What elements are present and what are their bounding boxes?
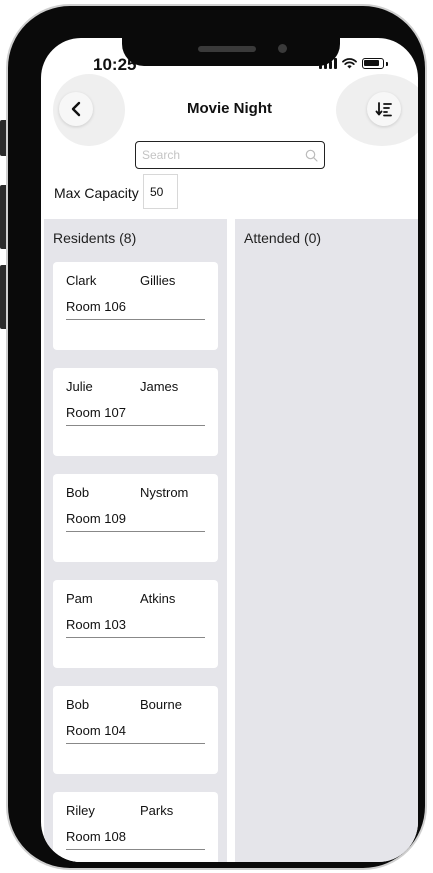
resident-card[interactable]: Pam Atkins Room 103 <box>53 580 218 668</box>
max-capacity-input[interactable]: 50 <box>143 174 178 209</box>
resident-room: Room 109 <box>66 511 126 526</box>
card-divider <box>66 531 205 532</box>
search-icon <box>305 149 318 162</box>
wifi-icon <box>342 58 357 69</box>
resident-card[interactable]: Bob Nystrom Room 109 <box>53 474 218 562</box>
resident-last-name: Bourne <box>140 697 182 712</box>
resident-room: Room 104 <box>66 723 126 738</box>
resident-first-name: Julie <box>66 379 93 394</box>
resident-room: Room 106 <box>66 299 126 314</box>
resident-card[interactable]: Clark Gillies Room 106 <box>53 262 218 350</box>
resident-room: Room 107 <box>66 405 126 420</box>
resident-card[interactable]: Julie James Room 107 <box>53 368 218 456</box>
search-field[interactable] <box>135 141 325 169</box>
max-capacity-label: Max Capacity <box>54 185 139 201</box>
card-divider <box>66 637 205 638</box>
card-divider <box>66 743 205 744</box>
resident-first-name: Bob <box>66 485 90 500</box>
resident-last-name: James <box>140 379 179 394</box>
resident-first-name: Bob <box>66 697 90 712</box>
notch <box>122 20 340 66</box>
resident-first-name: Pam <box>66 591 93 606</box>
card-divider <box>66 425 205 426</box>
battery-icon <box>362 58 384 69</box>
residents-header: Residents (8) <box>53 230 137 246</box>
device-stage: 10:25 Movie Night Search Max Capacity 50… <box>0 0 433 873</box>
resident-last-name: Atkins <box>140 591 176 606</box>
resident-card[interactable]: Bob Bourne Room 104 <box>53 686 218 774</box>
sort-button[interactable] <box>367 92 401 126</box>
card-divider <box>66 849 205 850</box>
residents-column[interactable]: Residents (8) Clark Gillies Room 106 Jul… <box>44 219 227 862</box>
camera <box>278 44 287 53</box>
search-input[interactable] <box>142 148 305 162</box>
resident-room: Room 108 <box>66 829 126 844</box>
resident-last-name: Nystrom <box>140 485 189 500</box>
speaker <box>198 46 256 52</box>
sort-icon <box>375 102 392 117</box>
resident-last-name: Parks <box>140 803 174 818</box>
screen: 10:25 Movie Night Search Max Capacity 50… <box>41 38 418 862</box>
resident-room: Room 103 <box>66 617 126 632</box>
card-divider <box>66 319 205 320</box>
battery-tip <box>386 61 388 66</box>
resident-card[interactable]: Riley Parks Room 108 <box>53 792 218 862</box>
resident-last-name: Gillies <box>140 273 176 288</box>
resident-first-name: Riley <box>66 803 95 818</box>
resident-first-name: Clark <box>66 273 97 288</box>
attended-header: Attended (0) <box>244 230 322 246</box>
attended-column[interactable]: Attended (0) <box>235 219 418 862</box>
phone-frame: 10:25 Movie Night Search Max Capacity 50… <box>8 6 425 868</box>
